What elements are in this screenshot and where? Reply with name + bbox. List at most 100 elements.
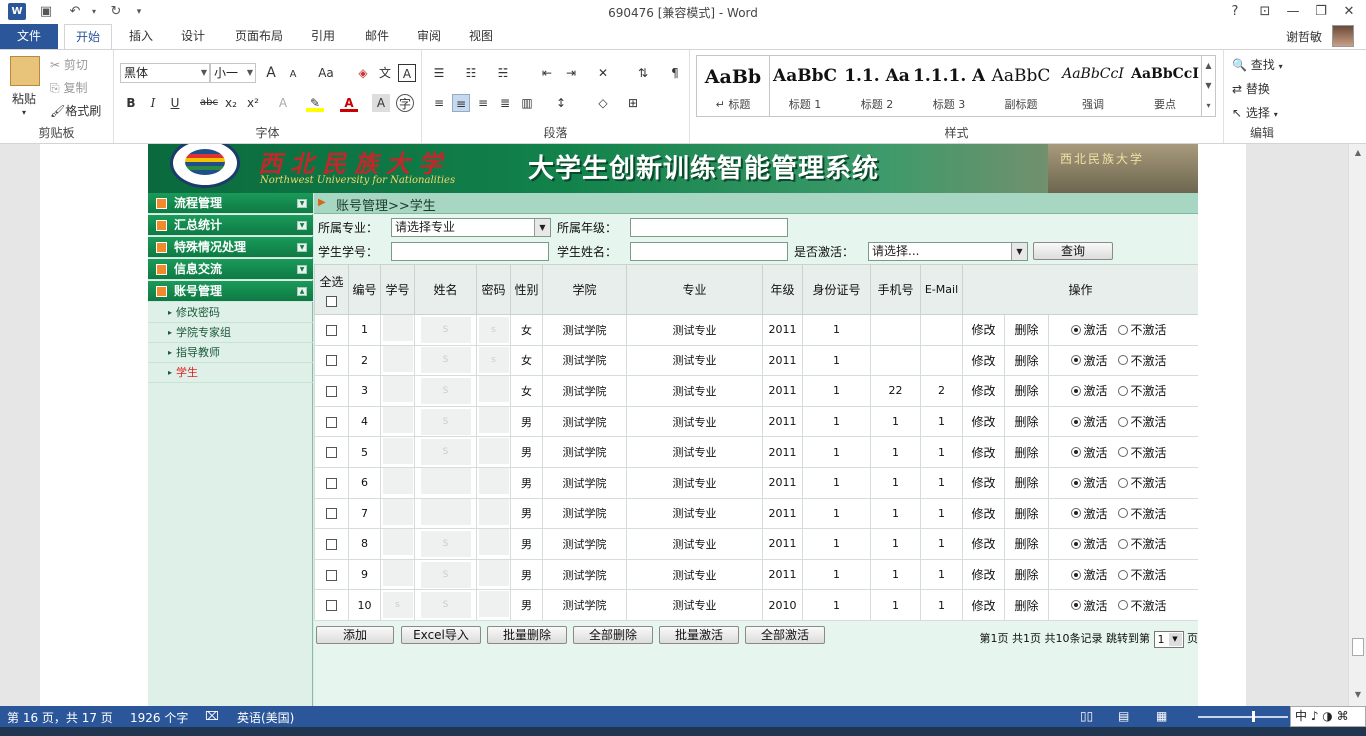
proofing-icon[interactable]: ⌧ — [205, 709, 219, 723]
row-checkbox[interactable] — [326, 538, 337, 550]
sort-icon[interactable]: ⇅ — [634, 64, 652, 82]
shading-icon[interactable]: ◇ — [594, 94, 612, 112]
edit-link[interactable]: 修改 — [962, 558, 1005, 591]
deactivate-radio[interactable] — [1117, 600, 1128, 611]
activate-radio[interactable] — [1070, 447, 1081, 458]
activated-select[interactable]: 请选择... ▼ — [868, 242, 1028, 261]
scroll-down-icon[interactable]: ▼ — [1352, 690, 1364, 699]
sidebar-sub-students[interactable]: 学生 — [148, 363, 313, 383]
row-checkbox[interactable] — [326, 600, 337, 612]
enclose-char-icon[interactable]: 字 — [396, 94, 414, 112]
char-border-icon[interactable]: A — [398, 64, 416, 82]
superscript-button[interactable]: x² — [244, 94, 262, 112]
align-center-icon[interactable]: ≡ — [452, 94, 470, 112]
chevron-down-icon[interactable]: ▼ — [1202, 76, 1215, 96]
italic-button[interactable]: I — [144, 94, 162, 112]
multilevel-list-icon[interactable]: ☵ — [494, 64, 512, 82]
sidebar-item-process[interactable]: 流程管理 ▼ — [148, 193, 313, 214]
style-strong[interactable]: AaBbCcI 要点 — [1129, 56, 1201, 116]
excel-import-button[interactable]: Excel导入 — [401, 626, 481, 644]
major-select[interactable]: 请选择专业 ▼ — [391, 218, 551, 237]
find-button[interactable]: 🔍 查找 ▾ — [1232, 56, 1283, 73]
align-right-icon[interactable]: ≡ — [474, 94, 492, 112]
tab-mailings[interactable]: 邮件 — [356, 24, 398, 49]
deactivate-radio[interactable] — [1117, 416, 1128, 427]
sidebar-item-messages[interactable]: 信息交流 ▼ — [148, 259, 313, 280]
clear-format-icon[interactable]: ◈ — [354, 64, 372, 82]
select-button[interactable]: ↖ 选择 ▾ — [1232, 104, 1278, 121]
scroll-thumb[interactable] — [1352, 638, 1364, 656]
activate-radio[interactable] — [1070, 385, 1081, 396]
read-mode-icon[interactable]: ▯▯ — [1080, 709, 1093, 723]
language[interactable]: 英语(美国) — [237, 709, 294, 726]
row-checkbox[interactable] — [326, 324, 337, 336]
activate-radio[interactable] — [1070, 355, 1081, 366]
row-select-cell[interactable] — [314, 436, 349, 468]
row-select-cell[interactable] — [314, 497, 349, 530]
decrease-indent-icon[interactable]: ⇤ — [538, 64, 556, 82]
print-layout-icon[interactable]: ▤ — [1118, 709, 1129, 723]
style-subtitle[interactable]: AaBbC 副标题 — [985, 56, 1057, 116]
style-title[interactable]: AaBb ↵ 标题 — [696, 55, 770, 117]
distributed-icon[interactable]: ▥ — [518, 94, 536, 112]
minimize-button[interactable]: — — [1280, 2, 1306, 22]
cut-button[interactable]: ✂ 剪切 — [50, 56, 88, 73]
text-effects-icon[interactable]: A — [274, 94, 292, 112]
collapse-icon[interactable]: ▼ — [297, 221, 307, 230]
deactivate-radio[interactable] — [1117, 508, 1128, 519]
change-case-button[interactable]: Aa — [312, 64, 340, 82]
user-name[interactable]: 谢哲敏 — [1286, 28, 1322, 45]
subscript-button[interactable]: x₂ — [222, 94, 240, 112]
tab-view[interactable]: 视图 — [460, 24, 502, 49]
align-left-icon[interactable]: ≡ — [430, 94, 448, 112]
deactivate-radio[interactable] — [1117, 355, 1128, 366]
edit-link[interactable]: 修改 — [962, 314, 1005, 346]
delete-link[interactable]: 删除 — [1004, 344, 1049, 377]
row-select-cell[interactable] — [314, 558, 349, 591]
delete-link[interactable]: 删除 — [1004, 405, 1049, 438]
tab-insert[interactable]: 插入 — [120, 24, 162, 49]
tab-page-layout[interactable]: 页面布局 — [226, 24, 292, 49]
word-count[interactable]: 1926 个字 — [130, 709, 188, 726]
paste-dropdown-icon[interactable]: ▾ — [22, 108, 26, 117]
avatar[interactable] — [1332, 25, 1354, 47]
help-button[interactable]: ? — [1222, 2, 1248, 22]
ribbon-display-button[interactable]: ⊡ — [1252, 2, 1278, 22]
add-button[interactable]: 添加 — [316, 626, 394, 644]
grow-font-button[interactable]: A — [262, 64, 280, 82]
delete-link[interactable]: 删除 — [1004, 497, 1049, 530]
row-checkbox[interactable] — [326, 355, 337, 367]
ime-toolbar[interactable]: 中 ♪ ◑ ⌘ — [1290, 706, 1366, 727]
edit-link[interactable]: 修改 — [962, 589, 1005, 621]
style-heading-1[interactable]: AaBbC 标题 1 — [769, 56, 841, 116]
batch-delete-button[interactable]: 批量删除 — [487, 626, 567, 644]
activate-all-button[interactable]: 全部激活 — [745, 626, 825, 644]
row-checkbox[interactable] — [326, 477, 337, 489]
chevron-up-icon[interactable]: ▲ — [1202, 56, 1215, 76]
style-heading-3[interactable]: 1.1.1. A 标题 3 — [913, 56, 985, 116]
zoom-slider-thumb[interactable] — [1252, 711, 1255, 722]
query-button[interactable]: 查询 — [1033, 242, 1113, 260]
page-count[interactable]: 第 16 页，共 17 页 — [7, 709, 113, 726]
row-checkbox[interactable] — [326, 447, 337, 459]
delete-link[interactable]: 删除 — [1004, 436, 1049, 468]
activate-radio[interactable] — [1070, 324, 1081, 335]
document-page[interactable]: 西北民族大学 Northwest University for National… — [40, 144, 1246, 706]
delete-link[interactable]: 删除 — [1004, 375, 1049, 407]
delete-all-button[interactable]: 全部删除 — [573, 626, 653, 644]
style-emphasis[interactable]: AaBbCcI 强调 — [1057, 56, 1129, 116]
deactivate-radio[interactable] — [1117, 447, 1128, 458]
delete-link[interactable]: 删除 — [1004, 558, 1049, 591]
edit-link[interactable]: 修改 — [962, 466, 1005, 499]
tab-references[interactable]: 引用 — [302, 24, 344, 49]
collapse-icon[interactable]: ▼ — [297, 265, 307, 274]
deactivate-radio[interactable] — [1117, 477, 1128, 488]
zoom-slider[interactable] — [1198, 716, 1288, 718]
row-select-cell[interactable] — [314, 344, 349, 377]
tab-design[interactable]: 设计 — [172, 24, 214, 49]
edit-link[interactable]: 修改 — [962, 405, 1005, 438]
row-checkbox[interactable] — [326, 508, 337, 520]
more-icon[interactable]: ▾ — [1202, 96, 1215, 116]
increase-indent-icon[interactable]: ⇥ — [562, 64, 580, 82]
row-checkbox[interactable] — [326, 416, 337, 428]
